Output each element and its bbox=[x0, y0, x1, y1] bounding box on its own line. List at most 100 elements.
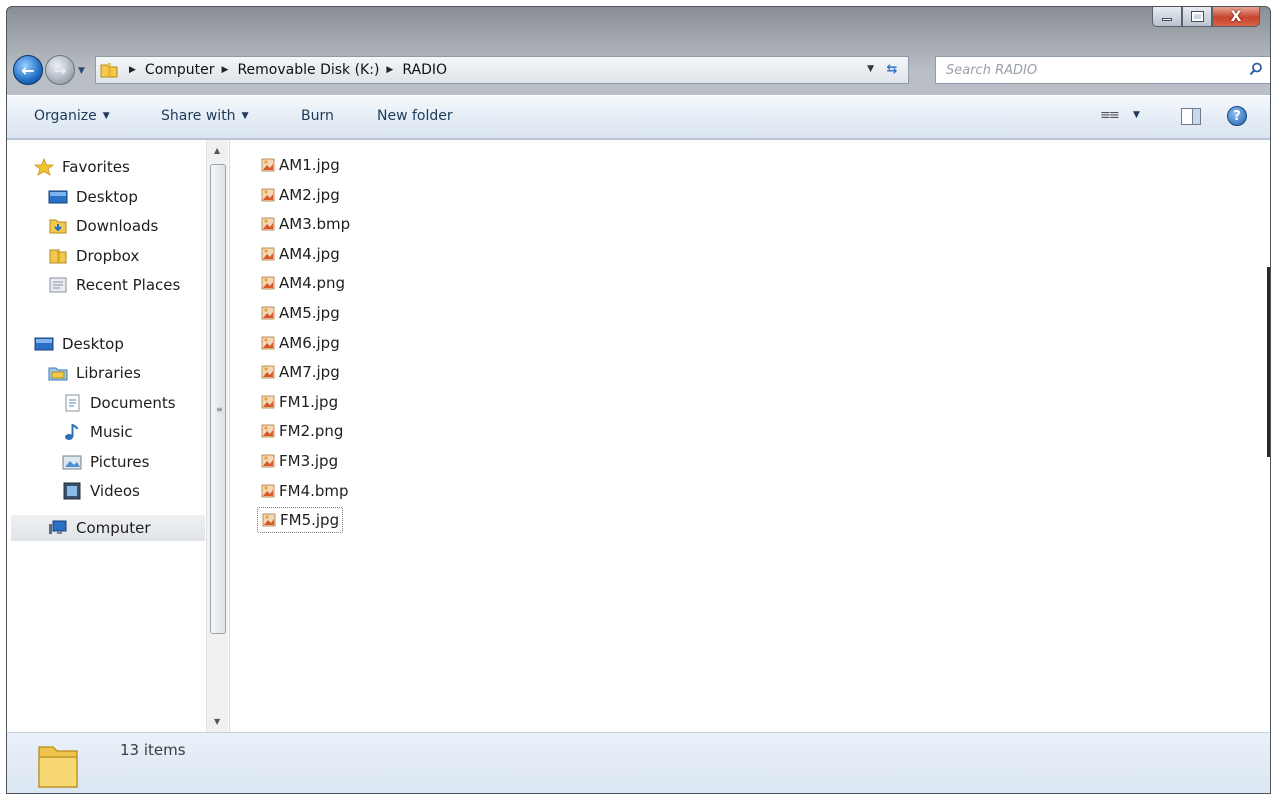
file-item[interactable]: AM7.jpg bbox=[257, 361, 343, 383]
folder-icon bbox=[49, 249, 67, 264]
file-item[interactable]: FM5.jpg bbox=[257, 507, 344, 534]
chevron-down-icon: ▼ bbox=[241, 111, 249, 121]
preview-pane-icon[interactable] bbox=[1181, 108, 1201, 125]
image-file-icon bbox=[261, 188, 275, 201]
chevron-down-icon: ▼ bbox=[102, 111, 110, 121]
nav-label: Documents bbox=[90, 394, 176, 412]
file-item[interactable]: AM2.jpg bbox=[257, 184, 343, 206]
nav-label: Favorites bbox=[62, 158, 130, 176]
nav-label: Recent Places bbox=[76, 276, 181, 294]
new-folder-button[interactable]: New folder bbox=[377, 108, 453, 124]
file-name: AM6.jpg bbox=[279, 333, 340, 352]
help-icon[interactable]: ? bbox=[1227, 106, 1247, 126]
maximize-button[interactable] bbox=[1182, 7, 1212, 27]
nav-label: Downloads bbox=[76, 217, 159, 235]
refresh-button[interactable]: ⇆ bbox=[880, 59, 904, 81]
nav-desktop[interactable]: Desktop bbox=[34, 331, 124, 357]
scroll-grip-icon: ≡ bbox=[216, 405, 223, 414]
explorer-body: Favorites Desktop Downloads Dropbox Rece… bbox=[7, 140, 1270, 732]
nav-computer[interactable]: Computer bbox=[11, 515, 205, 541]
maximize-icon bbox=[1190, 11, 1204, 22]
desktop-icon bbox=[48, 190, 68, 204]
nav-label: Pictures bbox=[90, 453, 150, 471]
image-file-icon bbox=[261, 306, 275, 320]
image-file-icon bbox=[261, 336, 275, 349]
explorer-window: X ← → ▼ ▶ Computer ▶ Removable Disk (K:)… bbox=[6, 6, 1271, 794]
nav-fav-recent-places[interactable]: Recent Places bbox=[48, 272, 180, 298]
search-icon[interactable] bbox=[1249, 62, 1263, 76]
share-with-label: Share with bbox=[161, 108, 236, 124]
breadcrumb-computer[interactable]: Computer bbox=[145, 62, 215, 78]
nav-fav-desktop[interactable]: Desktop bbox=[48, 184, 138, 210]
image-file-icon bbox=[262, 513, 276, 527]
nav-music[interactable]: Music bbox=[62, 419, 133, 445]
videos-icon bbox=[63, 482, 81, 500]
address-bar[interactable]: ▶ Computer ▶ Removable Disk (K:) ▶ RADIO… bbox=[95, 56, 909, 84]
breadcrumb-separator-icon[interactable]: ▶ bbox=[222, 65, 229, 75]
address-dropdown-icon[interactable]: ▼ bbox=[867, 64, 874, 74]
breadcrumb-separator-icon[interactable]: ▶ bbox=[129, 65, 136, 75]
nav-videos[interactable]: Videos bbox=[62, 478, 140, 504]
nav-label: Videos bbox=[90, 482, 140, 500]
forward-button[interactable]: → bbox=[45, 55, 75, 85]
file-name: FM4.bmp bbox=[279, 481, 349, 500]
file-list: AM1.jpg AM2.jpg AM3.bmp AM4.jpg AM4.png AM5.j… bbox=[229, 140, 1270, 732]
nav-fav-dropbox[interactable]: Dropbox bbox=[48, 243, 139, 269]
back-button[interactable]: ← bbox=[13, 55, 43, 85]
nav-label: Dropbox bbox=[76, 247, 140, 265]
scroll-up-arrow-icon[interactable]: ▲ bbox=[214, 146, 220, 155]
nav-label: Desktop bbox=[76, 188, 138, 206]
nav-label: Computer bbox=[76, 519, 151, 537]
breadcrumb-radio[interactable]: RADIO bbox=[402, 62, 447, 78]
minimize-button[interactable] bbox=[1152, 7, 1182, 27]
nav-documents[interactable]: Documents bbox=[62, 390, 176, 416]
share-with-button[interactable]: Share with ▼ bbox=[161, 108, 248, 124]
nav-label: Libraries bbox=[76, 364, 141, 382]
burn-button[interactable]: Burn bbox=[301, 108, 334, 124]
file-name: FM5.jpg bbox=[280, 511, 340, 530]
file-item[interactable]: AM5.jpg bbox=[257, 302, 343, 324]
file-name: FM3.jpg bbox=[279, 452, 339, 470]
nav-label: Desktop bbox=[62, 335, 124, 353]
change-view-icon[interactable]: ≡≡ bbox=[1100, 108, 1120, 123]
organize-label: Organize bbox=[34, 108, 97, 124]
documents-icon bbox=[65, 394, 80, 412]
scroll-down-arrow-icon[interactable]: ▼ bbox=[214, 717, 220, 726]
image-file-icon bbox=[261, 217, 275, 231]
navigation-pane: Favorites Desktop Downloads Dropbox Rece… bbox=[7, 140, 229, 732]
breadcrumb-removable-disk[interactable]: Removable Disk (K:) bbox=[237, 62, 379, 78]
desktop-icon bbox=[34, 337, 54, 351]
music-icon bbox=[65, 423, 79, 440]
file-item[interactable]: AM4.png bbox=[257, 272, 348, 294]
file-item[interactable]: AM1.jpg bbox=[257, 154, 343, 176]
scrollbar-thumb[interactable]: ≡ bbox=[210, 164, 226, 634]
file-item[interactable]: FM1.jpg bbox=[257, 391, 341, 413]
nav-label: Music bbox=[90, 423, 133, 441]
file-name: FM2.png bbox=[279, 422, 344, 441]
view-options-dropdown-icon[interactable]: ▼ bbox=[1133, 110, 1140, 120]
item-count: 13 items bbox=[120, 741, 186, 759]
recent-places-icon bbox=[49, 277, 67, 293]
recent-pages-dropdown[interactable]: ▼ bbox=[78, 66, 85, 76]
search-input[interactable] bbox=[946, 62, 1226, 78]
nav-favorites[interactable]: Favorites bbox=[34, 154, 130, 180]
nav-pane-scrollbar[interactable]: ▲ ≡ ▼ bbox=[206, 140, 228, 732]
search-box[interactable] bbox=[935, 56, 1270, 84]
file-item[interactable]: FM2.png bbox=[257, 420, 346, 442]
breadcrumb-separator-icon[interactable]: ▶ bbox=[386, 65, 393, 75]
close-button[interactable]: X bbox=[1212, 7, 1260, 27]
libraries-icon bbox=[48, 367, 68, 381]
nav-pictures[interactable]: Pictures bbox=[62, 449, 149, 475]
nav-fav-downloads[interactable]: Downloads bbox=[48, 213, 158, 239]
file-name: AM4.png bbox=[279, 274, 346, 293]
file-item[interactable]: AM4.jpg bbox=[257, 243, 343, 265]
file-item[interactable]: FM3.jpg bbox=[257, 450, 341, 472]
file-item[interactable]: FM4.bmp bbox=[257, 480, 352, 502]
file-item[interactable]: AM6.jpg bbox=[257, 332, 343, 354]
file-name: AM1.jpg bbox=[279, 156, 340, 174]
file-name: AM3.bmp bbox=[279, 215, 351, 234]
image-file-icon bbox=[261, 395, 275, 409]
nav-libraries[interactable]: Libraries bbox=[48, 360, 141, 386]
file-item[interactable]: AM3.bmp bbox=[257, 213, 353, 235]
organize-button[interactable]: Organize ▼ bbox=[34, 108, 110, 124]
